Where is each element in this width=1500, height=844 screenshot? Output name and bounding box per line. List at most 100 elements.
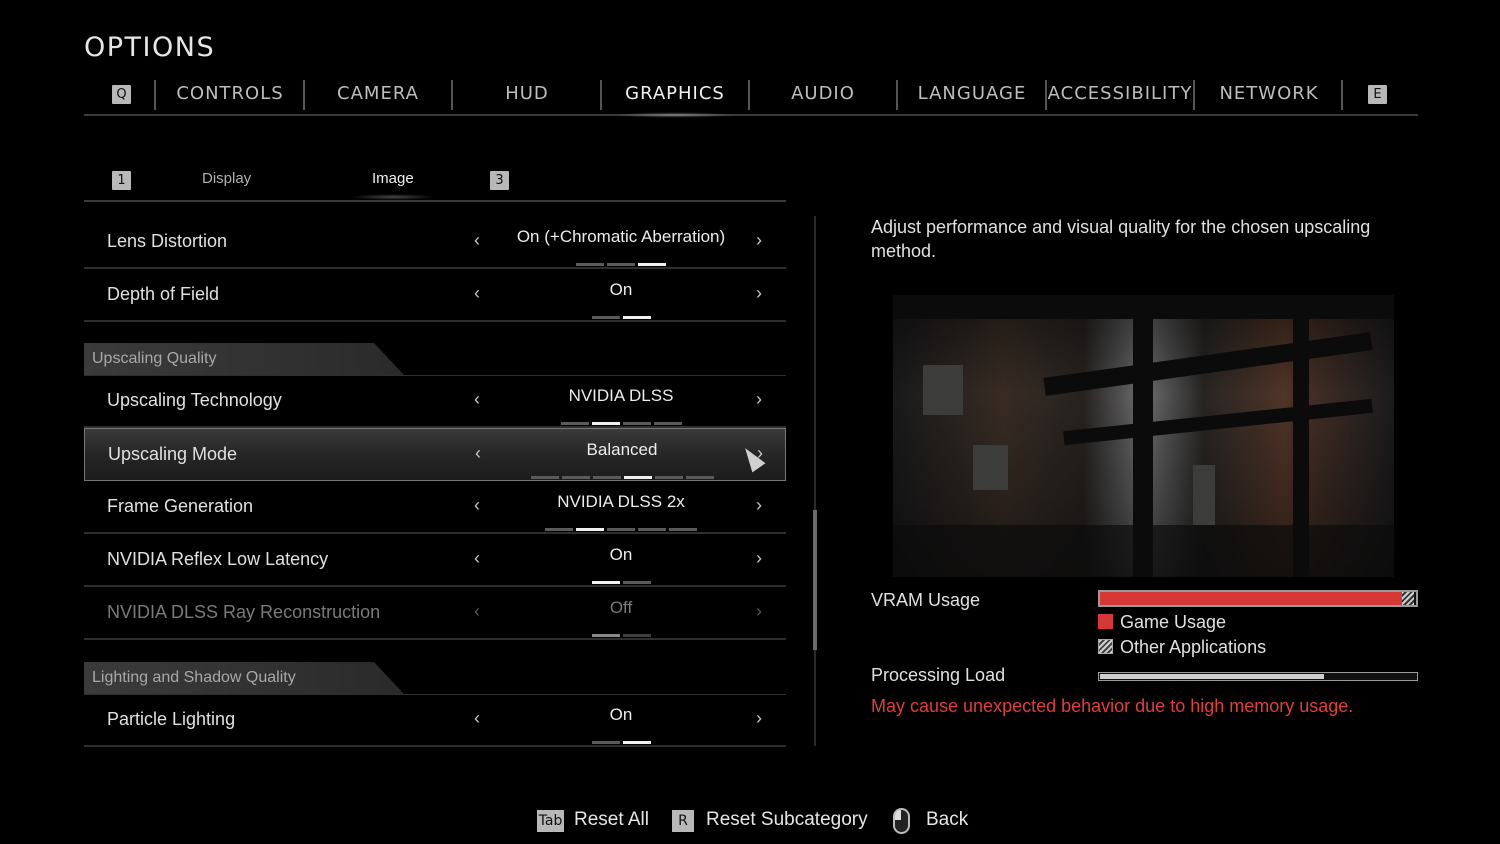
setting-particle-lighting[interactable]: Particle Lighting ‹ On ›	[84, 694, 786, 747]
chevron-right-icon[interactable]: ›	[756, 708, 762, 729]
option-dot-selected	[638, 263, 666, 266]
prev-subtab-key[interactable]: 1	[112, 171, 131, 190]
reset-all-button[interactable]: Reset All	[574, 809, 649, 831]
setting-value-wrap: Balanced	[505, 440, 739, 479]
processing-load-bar	[1098, 672, 1418, 681]
option-dot-selected	[622, 316, 651, 319]
option-indicator	[504, 634, 738, 637]
option-indicator	[504, 422, 738, 425]
chevron-left-icon[interactable]: ‹	[474, 389, 480, 410]
scrollbar-track[interactable]	[814, 216, 816, 746]
setting-value-wrap: On	[504, 705, 738, 744]
option-dot	[685, 476, 714, 479]
legend-other-applications: Other Applications	[1098, 637, 1266, 658]
page-title: OPTIONS	[84, 32, 216, 63]
option-indicator	[505, 476, 739, 479]
setting-upscaling-technology[interactable]: Upscaling Technology ‹ NVIDIA DLSS ›	[84, 375, 786, 428]
setting-label: Frame Generation	[107, 496, 254, 516]
setting-value: NVIDIA DLSS	[568, 386, 674, 405]
chevron-left-icon: ‹	[474, 601, 480, 621]
setting-value-wrap: NVIDIA DLSS 2x	[504, 492, 738, 531]
option-dot	[669, 528, 697, 531]
chevron-left-icon[interactable]: ‹	[474, 230, 480, 251]
tab-language[interactable]: LANGUAGE	[898, 78, 1046, 110]
option-indicator	[504, 581, 738, 584]
tab-divider	[1341, 80, 1343, 110]
chevron-right-icon[interactable]: ›	[756, 495, 762, 516]
setting-value-wrap: On	[504, 545, 738, 584]
setting-value: Off	[609, 598, 633, 617]
setting-value-wrap: On	[504, 280, 738, 319]
setting-value-wrap: On (+Chromatic Aberration)	[504, 227, 738, 266]
next-tab-key[interactable]: E	[1368, 85, 1387, 104]
chevron-left-icon[interactable]: ‹	[474, 283, 480, 304]
setting-lens-distortion[interactable]: Lens Distortion ‹ On (+Chromatic Aberrat…	[84, 216, 786, 269]
back-button[interactable]: Back	[926, 809, 968, 831]
setting-upscaling-mode[interactable]: Upscaling Mode ‹ Balanced ›	[84, 428, 786, 481]
section-label: Upscaling Quality	[92, 350, 217, 367]
option-dot	[545, 528, 573, 531]
setting-frame-generation[interactable]: Frame Generation ‹ NVIDIA DLSS 2x ›	[84, 481, 786, 534]
tab-controls[interactable]: CONTROLS	[156, 78, 304, 110]
option-dot	[607, 528, 635, 531]
option-dot-selected	[576, 528, 604, 531]
vram-game-fill	[1100, 592, 1402, 605]
chevron-left-icon[interactable]: ‹	[474, 708, 480, 729]
preview-detail	[893, 295, 1394, 319]
tab-network[interactable]: NETWORK	[1195, 78, 1343, 110]
chevron-right-icon[interactable]: ›	[756, 548, 762, 569]
setting-value-wrap: Off	[504, 598, 738, 637]
setting-depth-of-field[interactable]: Depth of Field ‹ On ›	[84, 269, 786, 322]
chevron-left-icon[interactable]: ‹	[474, 548, 480, 569]
setting-label: Particle Lighting	[107, 709, 236, 729]
tab-accessibility[interactable]: ACCESSIBILITY	[1046, 78, 1194, 110]
reset-subcategory-button[interactable]: Reset Subcategory	[706, 809, 868, 831]
tab-key-icon: Tab	[537, 810, 564, 832]
chevron-left-icon[interactable]: ‹	[475, 443, 481, 464]
tab-graphics[interactable]: GRAPHICS	[601, 78, 749, 118]
setting-value: On	[609, 705, 633, 724]
setting-label: Depth of Field	[107, 284, 220, 304]
option-dot-selected	[622, 741, 651, 744]
subtab-image[interactable]: Image	[350, 170, 436, 200]
preview-image	[893, 295, 1394, 577]
preview-detail	[973, 445, 1008, 490]
preview-detail	[1043, 332, 1373, 396]
setting-description: Adjust performance and visual quality fo…	[871, 217, 1371, 261]
setting-label: NVIDIA DLSS Ray Reconstruction	[107, 602, 381, 622]
subtab-display[interactable]: Display	[202, 170, 251, 187]
setting-value-wrap: NVIDIA DLSS	[504, 386, 738, 425]
tab-hud[interactable]: HUD	[453, 78, 601, 110]
top-tab-bar: Q CONTROLS CAMERA HUD GRAPHICS AUDIO LAN…	[84, 78, 1418, 118]
legend-swatch-game	[1098, 614, 1113, 629]
option-dot	[591, 316, 620, 319]
setting-reflex-low-latency[interactable]: NVIDIA Reflex Low Latency ‹ On ›	[84, 534, 786, 587]
tab-camera[interactable]: CAMERA	[304, 78, 452, 110]
tab-audio[interactable]: AUDIO	[749, 78, 897, 110]
option-indicator	[504, 528, 738, 531]
chevron-right-icon[interactable]: ›	[756, 230, 762, 251]
legend-other-label: Other Applications	[1120, 637, 1267, 657]
legend-game-usage: Game Usage	[1098, 612, 1226, 633]
prev-tab-key[interactable]: Q	[112, 85, 131, 104]
option-indicator	[504, 263, 738, 266]
option-dot	[622, 634, 651, 637]
section-header-lighting: Lighting and Shadow Quality	[84, 662, 786, 695]
next-subtab-key[interactable]: 3	[490, 171, 509, 190]
setting-label: Lens Distortion	[107, 231, 228, 251]
setting-value: NVIDIA DLSS 2x	[557, 492, 685, 511]
option-dot-selected	[623, 476, 652, 479]
chevron-right-icon[interactable]: ›	[756, 389, 762, 410]
vram-usage-label: VRAM Usage	[871, 590, 981, 610]
vram-usage-bar	[1098, 590, 1418, 607]
section-label: Lighting and Shadow Quality	[92, 669, 296, 686]
option-dot	[607, 263, 635, 266]
section-header-upscaling: Upscaling Quality	[84, 343, 786, 376]
option-dot-selected	[591, 422, 620, 425]
scrollbar-thumb[interactable]	[813, 510, 817, 650]
chevron-left-icon[interactable]: ‹	[474, 495, 480, 516]
preview-detail	[1193, 465, 1215, 525]
chevron-right-icon[interactable]: ›	[756, 283, 762, 304]
setting-label: NVIDIA Reflex Low Latency	[107, 549, 329, 569]
preview-detail	[923, 365, 963, 415]
